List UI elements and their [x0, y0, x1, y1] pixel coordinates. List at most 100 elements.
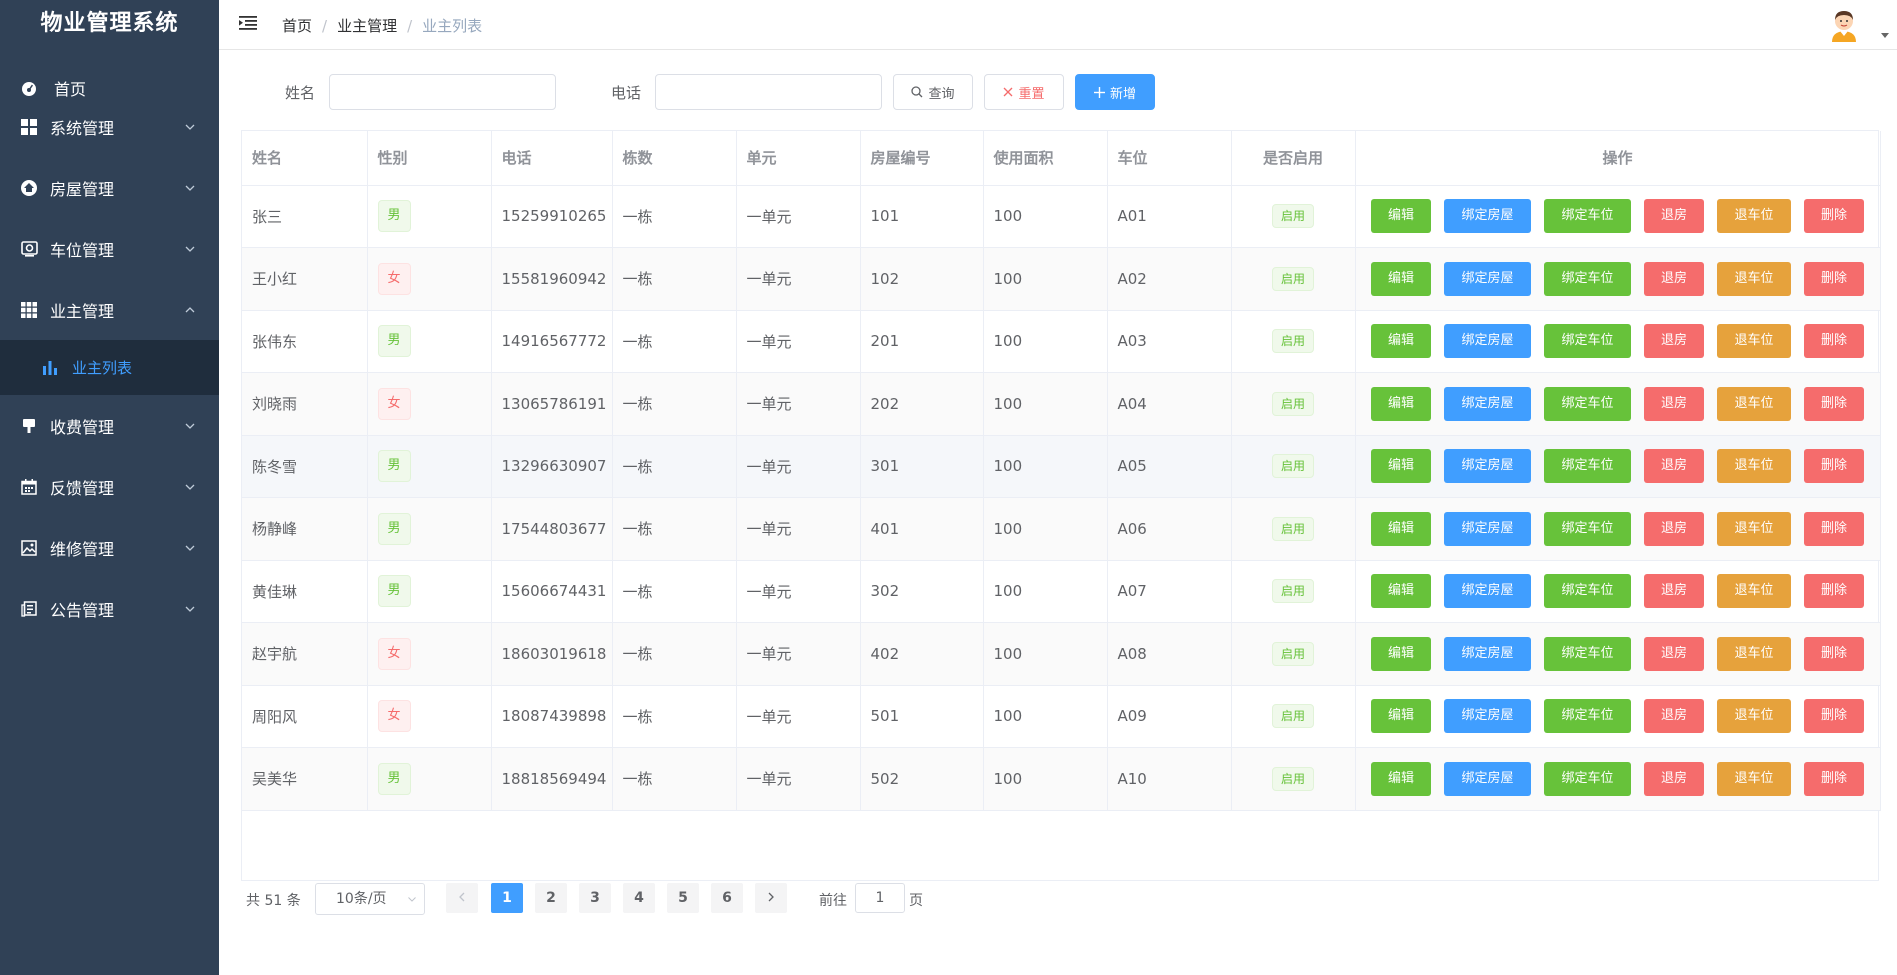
sidebar-item-owner[interactable]: 业主管理	[0, 279, 219, 340]
column-header: 房屋编号	[860, 131, 984, 186]
delete-button[interactable]: 删除	[1804, 636, 1864, 671]
checkout-house-button[interactable]: 退房	[1644, 386, 1704, 421]
checkout-house-button[interactable]: 退房	[1644, 261, 1704, 296]
checkout-parking-button[interactable]: 退车位	[1717, 324, 1791, 359]
sidebar-item-feedback[interactable]: 反馈管理	[0, 456, 219, 517]
bind-house-button[interactable]: 绑定房屋	[1444, 699, 1531, 734]
bind-parking-button[interactable]: 绑定车位	[1544, 199, 1631, 234]
name-input[interactable]	[329, 74, 556, 110]
breadcrumb: 首页 / 业主管理 / 业主列表	[282, 15, 482, 36]
next-page-button[interactable]	[755, 883, 787, 913]
bind-parking-button[interactable]: 绑定车位	[1544, 449, 1631, 484]
page-button-3[interactable]: 3	[579, 883, 611, 913]
bind-house-button[interactable]: 绑定房屋	[1444, 761, 1531, 796]
grid-icon	[20, 118, 38, 136]
edit-button[interactable]: 编辑	[1371, 386, 1431, 421]
checkout-parking-button[interactable]: 退车位	[1717, 574, 1791, 609]
checkout-house-button[interactable]: 退房	[1644, 574, 1704, 609]
delete-button[interactable]: 删除	[1804, 261, 1864, 296]
checkout-parking-button[interactable]: 退车位	[1717, 636, 1791, 671]
delete-button[interactable]: 删除	[1804, 324, 1864, 359]
edit-button[interactable]: 编辑	[1371, 574, 1431, 609]
page-button-1[interactable]: 1	[491, 883, 523, 913]
checkout-house-button[interactable]: 退房	[1644, 199, 1704, 234]
checkout-house-button[interactable]: 退房	[1644, 636, 1704, 671]
bind-parking-button[interactable]: 绑定车位	[1544, 386, 1631, 421]
page-button-2[interactable]: 2	[535, 883, 567, 913]
checkout-parking-button[interactable]: 退车位	[1717, 386, 1791, 421]
checkout-parking-button[interactable]: 退车位	[1717, 699, 1791, 734]
page-size-select[interactable]: 10条/页	[315, 883, 425, 915]
delete-button[interactable]: 删除	[1804, 574, 1864, 609]
query-label: 查询	[928, 86, 955, 102]
delete-button[interactable]: 删除	[1804, 199, 1864, 234]
breadcrumb-owner-manage[interactable]: 业主管理	[337, 15, 397, 36]
sidebar-item-fee[interactable]: 收费管理	[0, 395, 219, 456]
delete-button[interactable]: 删除	[1804, 699, 1864, 734]
goto-page-input[interactable]: 1	[855, 883, 905, 913]
delete-button[interactable]: 删除	[1804, 386, 1864, 421]
edit-button[interactable]: 编辑	[1371, 511, 1431, 546]
room-cell: 201	[860, 310, 984, 373]
bind-parking-button[interactable]: 绑定车位	[1544, 261, 1631, 296]
checkout-parking-button[interactable]: 退车位	[1717, 261, 1791, 296]
edit-button[interactable]: 编辑	[1371, 261, 1431, 296]
hamburger-icon[interactable]	[239, 15, 257, 31]
bind-house-button[interactable]: 绑定房屋	[1444, 199, 1531, 234]
bind-parking-button[interactable]: 绑定车位	[1544, 699, 1631, 734]
edit-button[interactable]: 编辑	[1371, 699, 1431, 734]
edit-button[interactable]: 编辑	[1371, 449, 1431, 484]
gender-cell: 女	[367, 372, 492, 436]
bind-parking-button[interactable]: 绑定车位	[1544, 761, 1631, 796]
bind-parking-button[interactable]: 绑定车位	[1544, 636, 1631, 671]
unit-cell: 一单元	[736, 435, 861, 498]
delete-button[interactable]: 删除	[1804, 449, 1864, 484]
reset-button[interactable]: 重置	[984, 74, 1064, 110]
close-icon	[1004, 87, 1013, 97]
avatar[interactable]	[1829, 8, 1859, 42]
sidebar-subitem-owner-list[interactable]: 业主列表	[0, 340, 219, 395]
bind-house-button[interactable]: 绑定房屋	[1444, 574, 1531, 609]
bind-house-button[interactable]: 绑定房屋	[1444, 511, 1531, 546]
bind-parking-button[interactable]: 绑定车位	[1544, 324, 1631, 359]
caret-down-icon[interactable]	[1881, 33, 1889, 38]
sidebar-item-parking[interactable]: 车位管理	[0, 218, 219, 279]
page-button-5[interactable]: 5	[667, 883, 699, 913]
checkout-house-button[interactable]: 退房	[1644, 699, 1704, 734]
bind-house-button[interactable]: 绑定房屋	[1444, 324, 1531, 359]
prev-page-button[interactable]	[446, 883, 478, 913]
picture-icon	[20, 539, 38, 557]
page-button-4[interactable]: 4	[623, 883, 655, 913]
checkout-parking-button[interactable]: 退车位	[1717, 761, 1791, 796]
bind-house-button[interactable]: 绑定房屋	[1444, 636, 1531, 671]
checkout-house-button[interactable]: 退房	[1644, 449, 1704, 484]
sidebar-item-notice[interactable]: 公告管理	[0, 578, 219, 639]
checkout-house-button[interactable]: 退房	[1644, 761, 1704, 796]
bind-house-button[interactable]: 绑定房屋	[1444, 386, 1531, 421]
delete-button[interactable]: 删除	[1804, 761, 1864, 796]
bind-parking-button[interactable]: 绑定车位	[1544, 574, 1631, 609]
breadcrumb-home[interactable]: 首页	[282, 15, 312, 36]
checkout-parking-button[interactable]: 退车位	[1717, 511, 1791, 546]
checkout-parking-button[interactable]: 退车位	[1717, 199, 1791, 234]
chevron-up-icon	[185, 306, 195, 312]
query-button[interactable]: 查询	[893, 74, 973, 110]
column-header: 性别	[367, 131, 492, 186]
sidebar-item-house[interactable]: 房屋管理	[0, 157, 219, 218]
bind-parking-button[interactable]: 绑定车位	[1544, 511, 1631, 546]
delete-button[interactable]: 删除	[1804, 511, 1864, 546]
checkout-house-button[interactable]: 退房	[1644, 511, 1704, 546]
sidebar-item-repair[interactable]: 维修管理	[0, 517, 219, 578]
edit-button[interactable]: 编辑	[1371, 199, 1431, 234]
add-button[interactable]: 新增	[1075, 74, 1155, 110]
checkout-house-button[interactable]: 退房	[1644, 324, 1704, 359]
edit-button[interactable]: 编辑	[1371, 761, 1431, 796]
sidebar-item-system[interactable]: 系统管理	[0, 96, 219, 157]
edit-button[interactable]: 编辑	[1371, 324, 1431, 359]
checkout-parking-button[interactable]: 退车位	[1717, 449, 1791, 484]
bind-house-button[interactable]: 绑定房屋	[1444, 449, 1531, 484]
bind-house-button[interactable]: 绑定房屋	[1444, 261, 1531, 296]
page-button-6[interactable]: 6	[711, 883, 743, 913]
phone-input[interactable]	[655, 74, 882, 110]
edit-button[interactable]: 编辑	[1371, 636, 1431, 671]
